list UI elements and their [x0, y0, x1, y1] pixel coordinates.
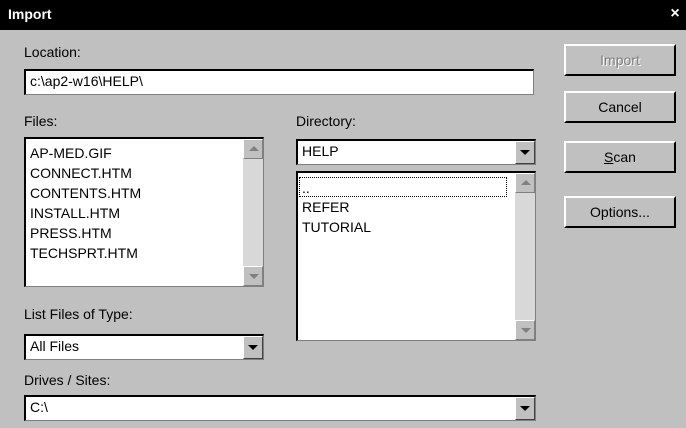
- directory-scrollbar[interactable]: [515, 173, 535, 340]
- scan-mnemonic: S: [604, 149, 614, 165]
- files-scrollbar[interactable]: [243, 139, 263, 286]
- file-type-label: List Files of Type:: [24, 306, 133, 322]
- files-list[interactable]: AP-MED.GIF CONNECT.HTM CONTENTS.HTM INSTALL…: [24, 137, 264, 287]
- directory-combo[interactable]: HELP: [296, 139, 536, 165]
- location-label: Location:: [24, 44, 81, 60]
- directory-list[interactable]: .. REFER TUTORIAL: [296, 171, 536, 341]
- directory-dropdown-button[interactable]: [515, 141, 535, 164]
- chevron-down-icon: [248, 345, 258, 350]
- chevron-down-icon: [520, 406, 530, 411]
- scroll-up-button[interactable]: [515, 173, 535, 193]
- scan-button[interactable]: Scan: [564, 141, 676, 173]
- files-items: AP-MED.GIF CONNECT.HTM CONTENTS.HTM INSTALL…: [30, 143, 141, 263]
- list-item[interactable]: TECHSPRT.HTM: [30, 243, 141, 263]
- list-item[interactable]: PRESS.HTM: [30, 223, 141, 243]
- directory-items: .. REFER TUTORIAL: [299, 177, 507, 237]
- location-value: c:\ap2-w16\HELP\: [30, 73, 143, 89]
- list-item[interactable]: INSTALL.HTM: [30, 203, 141, 223]
- list-item[interactable]: ..: [299, 177, 507, 197]
- drives-selected: C:\: [30, 399, 48, 415]
- arrow-up-icon: [249, 146, 259, 151]
- drives-label: Drives / Sites:: [24, 372, 111, 388]
- arrow-down-icon: [521, 328, 531, 333]
- scroll-up-button[interactable]: [243, 139, 263, 159]
- list-item[interactable]: TUTORIAL: [302, 217, 507, 237]
- list-item[interactable]: REFER: [302, 197, 507, 217]
- drives-combo[interactable]: C:\: [24, 395, 536, 421]
- close-icon[interactable]: ×: [666, 4, 684, 24]
- file-type-dropdown-button[interactable]: [243, 336, 263, 359]
- file-type-selected: All Files: [30, 338, 80, 354]
- options-button[interactable]: Options...: [564, 196, 676, 228]
- title-bar: Import ×: [0, 0, 686, 30]
- arrow-down-icon: [249, 274, 259, 279]
- window-title: Import: [8, 6, 52, 22]
- import-button[interactable]: Import: [564, 44, 676, 76]
- file-type-combo[interactable]: All Files: [24, 334, 264, 360]
- scan-label: can: [613, 149, 636, 165]
- list-item[interactable]: AP-MED.GIF: [30, 143, 141, 163]
- drives-dropdown-button[interactable]: [515, 397, 535, 420]
- scroll-down-button[interactable]: [515, 320, 535, 340]
- list-item[interactable]: CONTENTS.HTM: [30, 183, 141, 203]
- files-label: Files:: [24, 113, 58, 129]
- directory-selected: HELP: [302, 143, 339, 159]
- location-field[interactable]: c:\ap2-w16\HELP\: [24, 69, 534, 95]
- cancel-button[interactable]: Cancel: [564, 91, 676, 123]
- chevron-down-icon: [520, 150, 530, 155]
- scroll-down-button[interactable]: [243, 266, 263, 286]
- list-item[interactable]: CONNECT.HTM: [30, 163, 141, 183]
- arrow-up-icon: [521, 180, 531, 185]
- directory-label: Directory:: [296, 113, 356, 129]
